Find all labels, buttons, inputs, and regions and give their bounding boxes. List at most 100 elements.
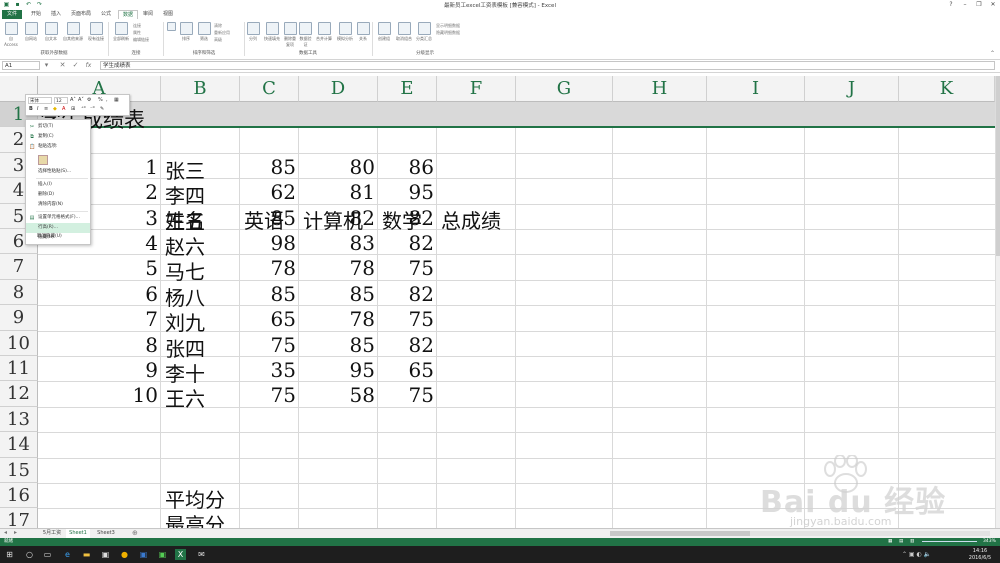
row-header[interactable]: 16	[0, 483, 38, 509]
data-validation-button[interactable]: 数据验证	[298, 22, 313, 48]
menu-delete[interactable]: 删除(D)	[26, 190, 90, 200]
clear-button[interactable]: 清除	[214, 23, 222, 29]
sheet-tab-sheet3[interactable]: Sheet3	[94, 529, 118, 538]
paste-icon[interactable]	[38, 155, 48, 165]
task-view-icon[interactable]: ▭	[42, 549, 53, 560]
column-header[interactable]: B	[161, 76, 240, 102]
normal-view-icon[interactable]: ▦	[888, 538, 892, 546]
close-icon[interactable]: ✕	[986, 0, 1000, 10]
record-math[interactable]: 65	[374, 358, 434, 382]
minimize-icon[interactable]: –	[958, 0, 972, 10]
from-access-button[interactable]: 自 Access	[2, 22, 20, 48]
save-icon[interactable]: ▪	[14, 1, 21, 8]
edge-icon[interactable]: e	[62, 549, 73, 560]
relationships-button[interactable]: 关系	[356, 22, 370, 48]
horizontal-scroll-thumb[interactable]	[610, 531, 750, 536]
record-computer[interactable]: 78	[315, 256, 375, 280]
name-box[interactable]: A1	[2, 61, 40, 70]
record-index[interactable]: 4	[98, 231, 158, 255]
record-computer[interactable]: 85	[315, 333, 375, 357]
column-header[interactable]: I	[707, 76, 805, 102]
page-layout-view-icon[interactable]: ▤	[899, 538, 903, 546]
borders-icon[interactable]: ⊞	[71, 106, 75, 112]
add-sheet-icon[interactable]: ⊕	[132, 529, 138, 537]
record-computer[interactable]: 58	[315, 383, 375, 407]
record-english[interactable]: 85	[236, 282, 296, 306]
record-index[interactable]: 3	[98, 206, 158, 230]
app-icon[interactable]: ▣	[138, 549, 149, 560]
record-index[interactable]: 9	[98, 358, 158, 382]
app-icon[interactable]: ●	[119, 549, 130, 560]
tab-file[interactable]: 文件	[2, 10, 22, 19]
formula-input[interactable]: 学生成绩表	[100, 61, 995, 70]
menu-cut[interactable]: ✂ 剪切(T)	[26, 122, 90, 132]
record-math[interactable]: 86	[374, 155, 434, 179]
tab-home[interactable]: 开始	[26, 10, 46, 19]
record-computer[interactable]: 85	[315, 282, 375, 306]
store-icon[interactable]: ▣	[100, 549, 111, 560]
subtotal-button[interactable]: 分类汇总	[415, 22, 433, 48]
record-name[interactable]: 王六	[165, 383, 205, 412]
column-header[interactable]: E	[378, 76, 437, 102]
record-index[interactable]: 6	[98, 282, 158, 306]
name-box-dropdown-icon[interactable]: ▾	[42, 61, 51, 70]
menu-format-cells[interactable]: ▤ 设置单元格格式(F)...	[26, 213, 90, 223]
taskbar-time[interactable]: 14:16	[962, 548, 998, 554]
text-to-columns-button[interactable]: 分列	[246, 22, 260, 48]
show-detail-button[interactable]: 显示明细数据	[436, 23, 460, 29]
column-header[interactable]: J	[805, 76, 899, 102]
format-painter-icon[interactable]: ✎	[100, 106, 104, 112]
row-header[interactable]: 17	[0, 508, 38, 528]
percent-style-button[interactable]: %	[98, 97, 103, 103]
page-break-view-icon[interactable]: ▥	[910, 538, 914, 546]
column-header[interactable]: K	[899, 76, 995, 102]
sort-button[interactable]: 排序	[178, 22, 194, 48]
ungroup-button[interactable]: 取消组合	[394, 22, 414, 48]
tray-icons[interactable]: ⌃ ▣ ◐ 🔈	[902, 551, 931, 558]
undo-icon[interactable]: ↶	[25, 1, 32, 8]
remove-duplicates-button[interactable]: 删除重复项	[283, 22, 297, 48]
advanced-button[interactable]: 高级	[214, 37, 222, 43]
menu-clear-contents[interactable]: 清除内容(N)	[26, 200, 90, 210]
refresh-all-button[interactable]: 全部刷新	[111, 22, 131, 48]
reapply-button[interactable]: 重新应用	[214, 30, 230, 36]
increase-font-icon[interactable]: A˄	[70, 97, 76, 103]
record-math[interactable]: 95	[374, 180, 434, 204]
record-english[interactable]: 75	[236, 383, 296, 407]
record-index[interactable]: 1	[98, 155, 158, 179]
zoom-level[interactable]: 343%	[983, 538, 996, 546]
comma-style-icon[interactable]: ,	[106, 97, 108, 103]
record-english[interactable]: 78	[236, 256, 296, 280]
record-math[interactable]: 82	[374, 231, 434, 255]
fill-color-icon[interactable]: ◆	[53, 106, 57, 112]
hide-detail-button[interactable]: 隐藏明细数据	[436, 30, 460, 36]
tab-data[interactable]: 数据	[118, 10, 138, 19]
row-header[interactable]: 7	[0, 254, 38, 280]
prev-sheet-icon[interactable]: ◂	[4, 529, 7, 536]
menu-paste-special[interactable]: 选择性粘贴(S)...	[26, 167, 90, 177]
flash-fill-button[interactable]: 快速填充	[262, 22, 282, 48]
record-computer[interactable]: 83	[315, 231, 375, 255]
italic-icon[interactable]: I	[37, 106, 38, 112]
column-header[interactable]: H	[613, 76, 707, 102]
column-header[interactable]: C	[240, 76, 299, 102]
zoom-slider[interactable]	[922, 541, 977, 542]
tab-review[interactable]: 审阅	[138, 10, 158, 19]
menu-unhide[interactable]: 取消隐藏(U)	[25, 232, 89, 242]
menu-paste-icon-row[interactable]	[26, 152, 90, 166]
tab-view[interactable]: 视图	[158, 10, 178, 19]
taskbar-date[interactable]: 2016/6/5	[962, 555, 998, 561]
enter-icon[interactable]: ✓	[71, 61, 80, 70]
format-icon[interactable]: ⚙	[87, 97, 91, 103]
existing-connections-button[interactable]: 现有连接	[86, 22, 106, 48]
record-math[interactable]: 82	[374, 333, 434, 357]
excel-taskbar-icon[interactable]: X	[175, 549, 186, 560]
row-header[interactable]: 8	[0, 279, 38, 306]
menu-copy[interactable]: ⧉ 复制(C)	[26, 132, 90, 142]
record-english[interactable]: 62	[236, 180, 296, 204]
row-header[interactable]: 14	[0, 432, 38, 458]
redo-icon[interactable]: ↷	[36, 1, 43, 8]
record-computer[interactable]: 81	[315, 180, 375, 204]
connections-button[interactable]: 连接	[133, 23, 141, 29]
table-format-icon[interactable]: ▦	[114, 97, 119, 103]
